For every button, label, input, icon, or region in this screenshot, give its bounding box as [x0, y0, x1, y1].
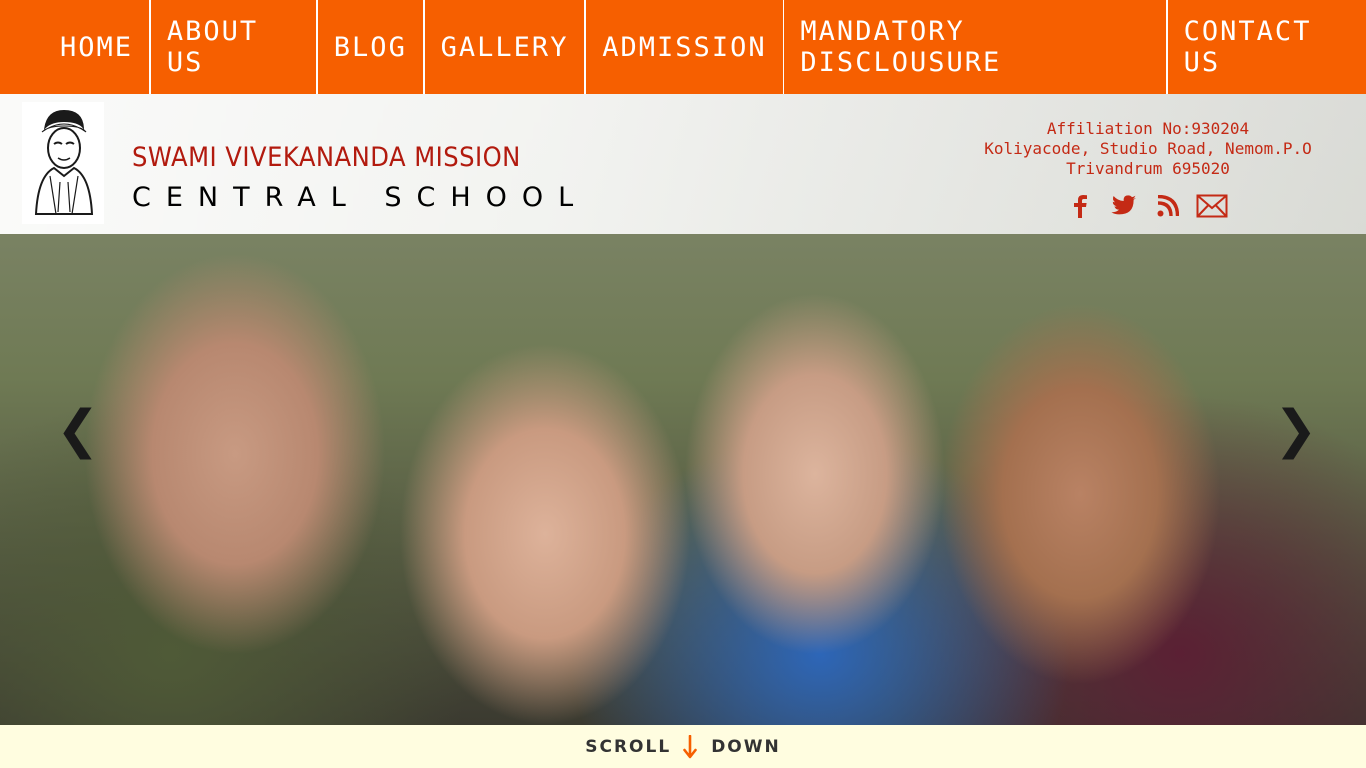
facebook-icon[interactable]: [1064, 192, 1096, 220]
school-logo[interactable]: [22, 102, 104, 224]
nav-home[interactable]: HOME: [44, 0, 149, 94]
scroll-down-indicator[interactable]: SCROLL DOWN: [0, 725, 1366, 768]
scroll-label: SCROLL: [585, 736, 672, 757]
nav-blog[interactable]: BLOG: [318, 0, 423, 94]
school-name-line2: CENTRAL SCHOOL: [132, 182, 589, 213]
nav-mandatory-disclosure[interactable]: MANDATORY DISCLOUSURE: [784, 0, 1165, 94]
twitter-icon[interactable]: [1108, 192, 1140, 220]
slider-next-arrow-icon[interactable]: ❯: [1274, 404, 1318, 456]
nav-about-us[interactable]: ABOUT US: [151, 0, 316, 94]
social-links: [1064, 192, 1228, 220]
affiliation-number: Affiliation No:930204: [1046, 119, 1250, 138]
arrow-down-icon: [683, 734, 697, 759]
header-band: SWAMI VIVEKANANDA MISSION CENTRAL SCHOOL…: [0, 94, 1366, 234]
address-block: Affiliation No:930204 Koliyacode, Studio…: [960, 119, 1336, 179]
slider-prev-arrow-icon[interactable]: ❮: [56, 404, 100, 456]
address-city: Trivandrum 695020: [1066, 159, 1230, 178]
nav-contact-us[interactable]: CONTACT US: [1168, 0, 1366, 94]
rss-icon[interactable]: [1152, 192, 1184, 220]
top-nav: HOME ABOUT US BLOG GALLERY ADMISSION MAN…: [0, 0, 1366, 94]
address-street: Koliyacode, Studio Road, Nemom.P.O: [984, 139, 1312, 158]
mail-icon[interactable]: [1196, 192, 1228, 220]
hero-slider: SWAMI VIVEKANANDA MISSION CENTRAL SCHOOL…: [0, 94, 1366, 725]
nav-gallery[interactable]: GALLERY: [425, 0, 585, 94]
down-label: DOWN: [711, 736, 781, 757]
nav-admission[interactable]: ADMISSION: [586, 0, 782, 94]
school-name-line1: SWAMI VIVEKANANDA MISSION: [132, 142, 521, 173]
